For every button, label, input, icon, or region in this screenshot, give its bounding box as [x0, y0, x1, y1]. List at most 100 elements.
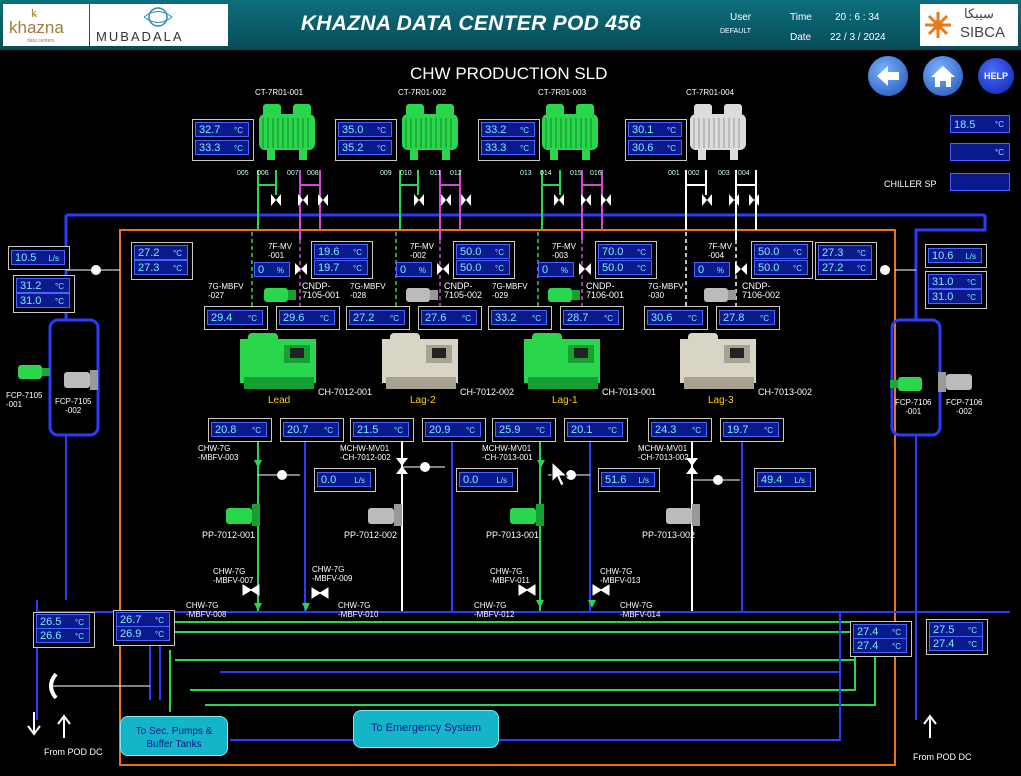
ct-1-name: CT-7R01-001 — [255, 88, 304, 97]
ct-1-isolation-valve-1-icon[interactable] — [270, 193, 282, 207]
left-flow-unit: L/s — [48, 254, 59, 263]
chiller-1-mbfv-label: 7G-MBFV -027 — [208, 282, 244, 300]
chiller-3-valve-pct: 0% — [538, 262, 574, 277]
ct-1-isolation-valve-3-icon[interactable] — [317, 193, 329, 207]
cooling-tower-2-icon[interactable] — [398, 100, 462, 162]
chiller-2-icon[interactable] — [380, 333, 460, 393]
chiller-1-evap-2-value: 20.7 — [287, 424, 309, 436]
green-return-loops — [169, 650, 876, 712]
chiller-4-cnd-out: 27.8 °C — [719, 310, 775, 325]
ct-3-valve-4-label: 016 — [590, 170, 602, 177]
chiller-3-mbfv-label: 7G-MBFV -029 — [492, 282, 528, 300]
ct-4-isolation-valve-3-icon[interactable] — [748, 193, 760, 207]
chiller-2-cnd-in-value: 27.2 — [353, 312, 375, 324]
chiller-4-cnd-2: 50.0 °C — [754, 260, 808, 275]
ct-1-isolation-valve-2-icon[interactable] — [297, 193, 309, 207]
chiller-1-cndp-pump-icon[interactable] — [262, 286, 300, 304]
ct-4-isolation-valve-2-icon[interactable] — [728, 193, 740, 207]
chiller-2-pp-pump-icon[interactable] — [364, 502, 406, 528]
chiller-3-cnd-2-unit: °C — [637, 264, 646, 273]
chiller-2-flow: 0.0 L/s — [459, 472, 513, 487]
emergency-system-button[interactable]: To Emergency System — [353, 710, 499, 748]
fcp-7105-002-label: FCP-7105 -002 — [55, 397, 92, 415]
ct-2-isolation-valve-3-icon[interactable] — [460, 193, 472, 207]
chiller-2-cnd-2-value: 50.0 — [460, 262, 482, 274]
chiller-3-icon[interactable] — [522, 333, 602, 393]
chiller-4-cndp-pump-icon[interactable] — [702, 286, 740, 304]
chiller-1-evap-2-unit: °C — [324, 426, 333, 435]
chiller-2-cndp-pump-icon[interactable] — [404, 286, 442, 304]
chiller-3-mchw-label: MCHW-MV01 -CH-7013-001 — [482, 444, 533, 462]
left-temp-2-unit: °C — [55, 297, 64, 306]
chiller-1-cnd-1: 19.6 °C — [314, 244, 368, 259]
chiller-4-icon[interactable] — [678, 333, 758, 393]
chiller-2-fmv-label: 7F-MV -002 — [410, 242, 434, 260]
chiller-3-pp-pump-icon[interactable] — [506, 502, 548, 528]
left-bottom-2-value: 26.6 — [40, 630, 62, 642]
ct-1-valve-1-label: 005 — [237, 170, 249, 177]
chiller-4-pp-pump-icon[interactable] — [662, 502, 704, 528]
cooling-tower-3-icon[interactable] — [538, 100, 602, 162]
ct-2-isolation-valve-1-icon[interactable] — [413, 193, 425, 207]
chiller-3-cnd-in-value: 33.2 — [495, 312, 517, 324]
chiller-3-cnd-valve-icon[interactable] — [578, 262, 592, 276]
chiller-1-cnd-in-value: 29.4 — [211, 312, 233, 324]
ct-2-isolation-valve-2-icon[interactable] — [440, 193, 452, 207]
chiller-2-cnd-valve-icon[interactable] — [436, 262, 450, 276]
left-bottom-1: 26.5 °C — [36, 614, 90, 629]
chiller-2-flow-value: 0.0 — [463, 474, 479, 486]
ct-4-temp-1: 30.1 °C — [628, 122, 682, 137]
chiller-1-evap-1-unit: °C — [252, 426, 261, 435]
sec-pumps-button[interactable]: To Sec. Pumps & Buffer Tanks — [120, 716, 228, 756]
ct-3-isolation-valve-1-icon[interactable] — [553, 193, 565, 207]
chiller-3-evap-2-value: 20.1 — [571, 424, 593, 436]
ct-4-isolation-valve-1-icon[interactable] — [701, 193, 713, 207]
chiller-4-cndp-label: CNDP- 7106-002 — [742, 281, 781, 300]
fcp-7105-001-pump-icon[interactable] — [16, 362, 52, 382]
right-temp-1-unit: °C — [967, 278, 976, 287]
fcp-7106-002-pump-icon[interactable] — [936, 370, 976, 394]
ct-3-isolation-valve-3-icon[interactable] — [600, 193, 612, 207]
fcp-7106-001-pump-icon[interactable] — [890, 374, 926, 394]
chiller-1-pp-pump-icon[interactable] — [222, 502, 264, 528]
ct-3-isolation-valve-2-icon[interactable] — [580, 193, 592, 207]
ct-1-valve-4-label: 008 — [307, 170, 319, 177]
fcp-7105-002-pump-icon[interactable] — [62, 368, 102, 392]
chiller-3-evap-1: 25.9 °C — [495, 422, 551, 437]
chiller-2-valve-pct-unit: % — [418, 266, 426, 275]
right-bottom-2: 27.4 °C — [853, 638, 907, 653]
chiller-3-cndp-pump-icon[interactable] — [546, 286, 584, 304]
chiller-4-cnd-out-unit: °C — [760, 314, 769, 323]
ct-4-temp-2: 30.6 °C — [628, 140, 682, 155]
ct-4-valve-1-label: 001 — [668, 170, 680, 177]
cooling-tower-4-icon[interactable] — [686, 100, 750, 162]
chiller-4-role: Lag-3 — [708, 395, 734, 406]
chiller-4-cnd-valve-icon[interactable] — [734, 262, 748, 276]
right-bottom2-1-value: 27.5 — [933, 624, 955, 636]
right-bottom-2-unit: °C — [892, 642, 901, 651]
cooling-tower-1-icon[interactable] — [255, 100, 319, 162]
ct-4-temp-1-value: 30.1 — [632, 124, 654, 136]
chiller-1-icon[interactable] — [238, 333, 318, 393]
left-bottom2-1: 26.7 °C — [116, 612, 170, 627]
ct-1-temp-2-unit: °C — [234, 144, 243, 153]
chiller-1-cnd-valve-icon[interactable] — [294, 262, 308, 276]
chiller-1-cnd-1-value: 19.6 — [318, 246, 340, 258]
chiller-1-cnd-out-value: 29.6 — [283, 312, 305, 324]
right-bottom2-2-unit: °C — [968, 640, 977, 649]
right-supply-2: 27.2 °C — [818, 260, 872, 275]
ct-4-temp-2-value: 30.6 — [632, 142, 654, 154]
chiller-3-cnd-1-unit: °C — [637, 248, 646, 257]
chiller-3-cnd-in-unit: °C — [532, 314, 541, 323]
ct-2-temp-2: 35.2 °C — [338, 140, 392, 155]
mbfv-014-label: CHW-7G -MBFV-014 — [620, 601, 661, 619]
ct-3-temp-1-value: 33.2 — [485, 124, 507, 136]
chiller-4-mchw-label: MCHW-MV01 -CH-7013-002 — [638, 444, 689, 462]
ct-4-temp-1-unit: °C — [667, 126, 676, 135]
ct-2-valve-2-label: 010 — [400, 170, 412, 177]
left-bottom-1-value: 26.5 — [40, 616, 62, 628]
ct-3-valve-3-label: 015 — [570, 170, 582, 177]
chiller-3-flow-unit: L/s — [638, 476, 649, 485]
chiller-1-role: Lead — [268, 395, 291, 406]
left-temp-1-value: 31.2 — [20, 280, 42, 292]
